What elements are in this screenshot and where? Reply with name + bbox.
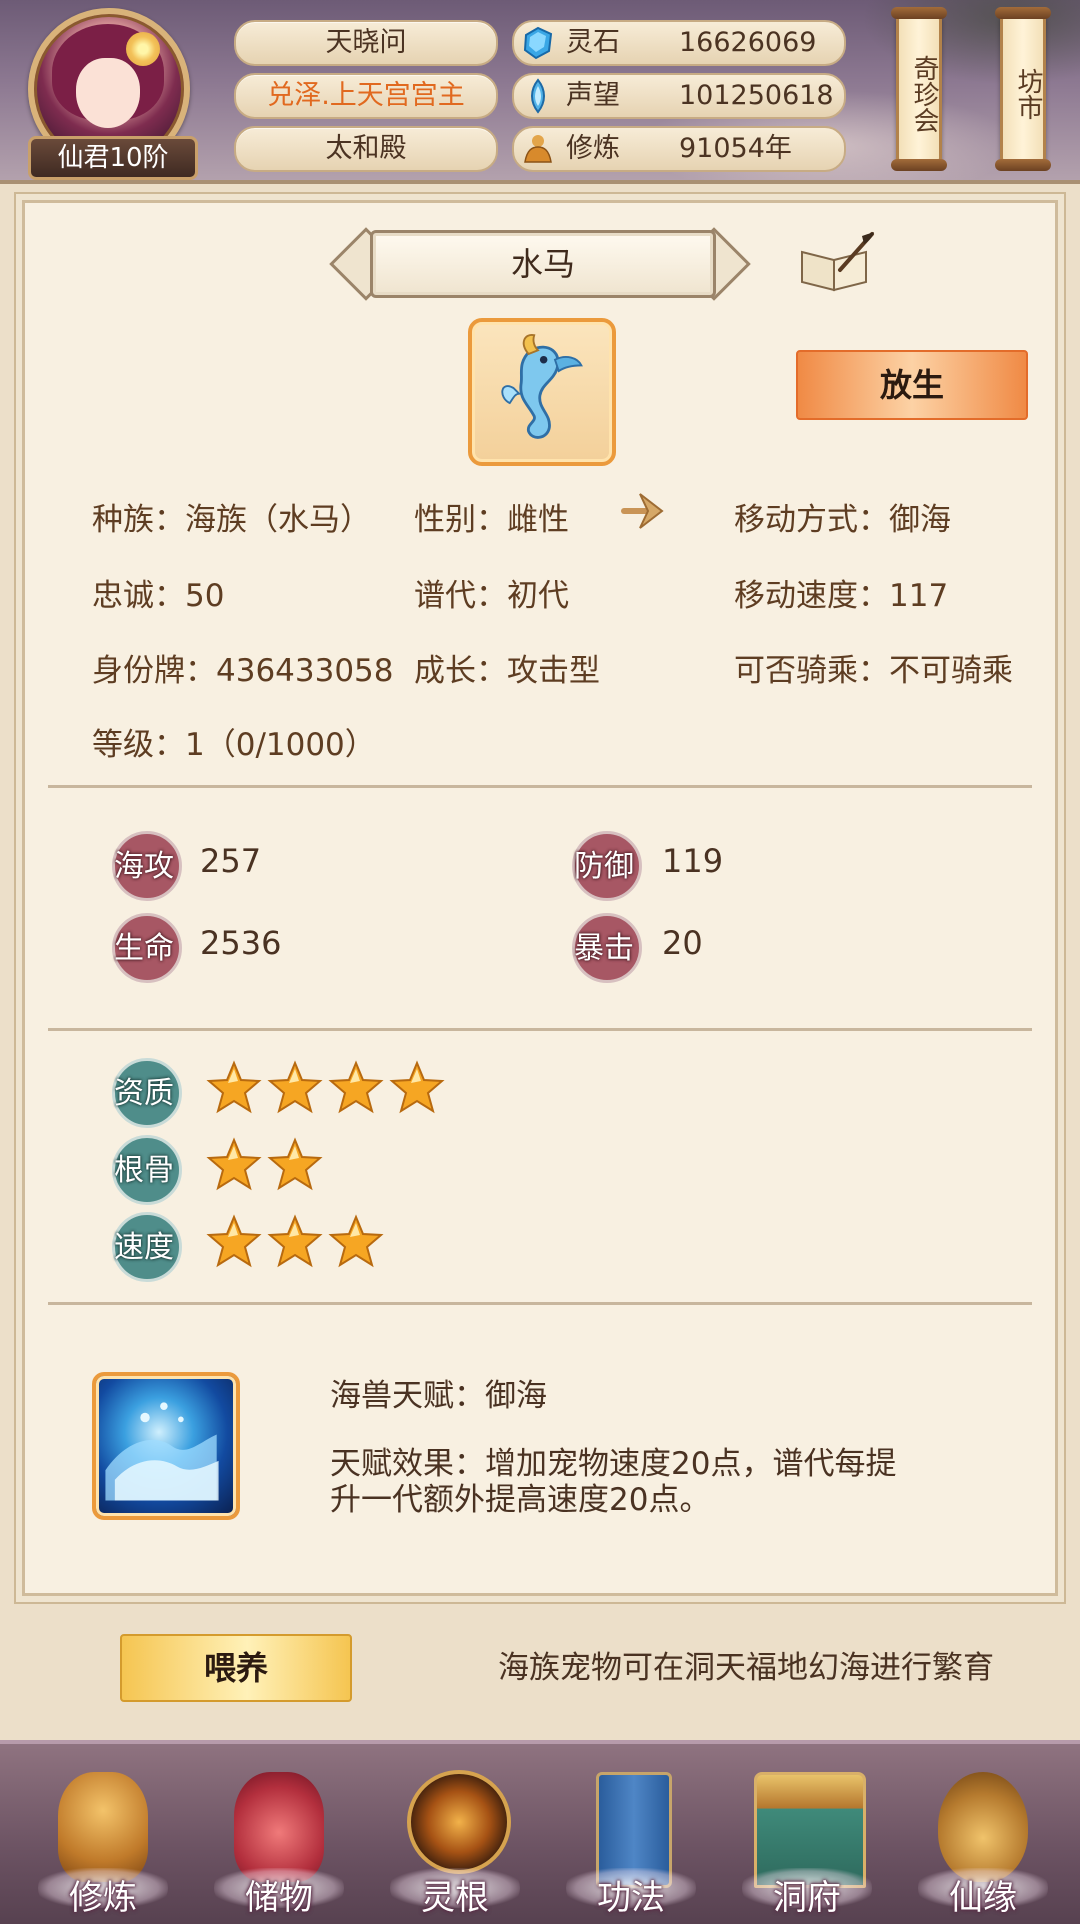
stat-value-sea-attack: 257: [200, 842, 262, 880]
section-divider: [48, 1302, 1032, 1305]
release-pet-button[interactable]: 放生: [796, 350, 1028, 420]
nav-label: 灵根: [421, 1878, 489, 1918]
cultivation-icon: [58, 1772, 148, 1882]
top-bar: 仙君10阶 天晓问 兑泽.上天宫宫主 太和殿 灵石 16626069 声望 10…: [0, 0, 1080, 180]
sea-wave-talent-icon[interactable]: [92, 1372, 240, 1520]
stat-value-hp: 2536: [200, 924, 282, 962]
quality-label: 速度: [114, 1230, 174, 1265]
nav-cultivation[interactable]: 修炼: [28, 1744, 178, 1924]
pet-codex-book-icon[interactable]: [796, 230, 876, 294]
nav-spirit-root[interactable]: 灵根: [380, 1744, 530, 1924]
wave-icon: [105, 1402, 219, 1501]
breeding-hint: 海族宠物可在洞天福地幻海进行繁育: [498, 1650, 994, 1686]
player-name: 天晓问: [234, 20, 498, 66]
nav-storage[interactable]: 储物: [204, 1744, 354, 1924]
quality-badge-bone: 根骨: [112, 1135, 182, 1205]
attr-move-speed: 移动速度：117: [734, 578, 949, 614]
nav-label: 功法: [597, 1878, 665, 1918]
stat-value-crit: 20: [662, 924, 703, 962]
stat-badge-hp: 生命: [112, 913, 182, 983]
player-location: 太和殿: [234, 126, 498, 172]
stat-value-defense: 119: [662, 842, 724, 880]
pet-name: 水马: [370, 230, 716, 298]
section-divider: [48, 785, 1032, 788]
spirit-stone-icon: [523, 26, 553, 60]
feed-pet-button[interactable]: 喂养: [120, 1634, 352, 1702]
bottom-nav: 修炼 储物 灵根 功法 洞府 仙缘: [0, 1740, 1080, 1924]
quality-badge-speed: 速度: [112, 1212, 182, 1282]
market-button[interactable]: 坊市: [995, 7, 1051, 171]
star-icon: [206, 1060, 262, 1114]
nav-immortal-fate[interactable]: 仙缘: [908, 1744, 1058, 1924]
quality-label: 资质: [114, 1076, 174, 1111]
nav-label: 储物: [245, 1878, 313, 1918]
star-icon: [267, 1137, 323, 1191]
resource-value: 16626069: [679, 27, 817, 58]
resource-value: 91054年: [679, 133, 792, 164]
stat-label: 防御: [574, 849, 634, 884]
talent-name: 海兽天赋：御海: [330, 1378, 547, 1414]
arrow-right-icon[interactable]: [618, 488, 668, 534]
quality-badge-aptitude: 资质: [112, 1058, 182, 1128]
stat-label: 暴击: [574, 931, 634, 966]
resource-label: 灵石: [566, 27, 620, 58]
resource-prestige: 声望 101250618: [512, 73, 846, 119]
stat-label: 海攻: [114, 849, 174, 884]
star-icon: [267, 1214, 323, 1268]
stat-badge-sea-attack: 海攻: [112, 831, 182, 901]
resource-label: 声望: [566, 80, 620, 111]
treasure-auction-button[interactable]: 奇珍会: [891, 7, 947, 171]
stat-badge-crit: 暴击: [572, 913, 642, 983]
resource-cultivation: 修炼 91054年: [512, 126, 846, 172]
attr-generation: 谱代：初代: [414, 578, 569, 614]
attr-move-mode: 移动方式：御海: [734, 502, 951, 538]
star-icon: [206, 1137, 262, 1191]
section-divider: [48, 1028, 1032, 1031]
player-title: 兑泽.上天宫宫主: [234, 73, 498, 119]
attr-gender: 性别：雌性: [414, 502, 569, 538]
pet-portrait: [468, 318, 616, 466]
attr-id-tag: 身份牌：436433058: [92, 653, 394, 689]
prestige-crystal-icon: [531, 78, 545, 114]
storage-bag-icon: [234, 1772, 324, 1882]
resource-spirit-stone: 灵石 16626069: [512, 20, 846, 66]
resource-label: 修炼: [566, 133, 620, 164]
nav-cave-mansion[interactable]: 洞府: [732, 1744, 882, 1924]
star-icon: [267, 1060, 323, 1114]
rank-badge: 仙君10阶: [28, 136, 198, 180]
star-icon: [206, 1214, 262, 1268]
immortal-fate-icon: [938, 1772, 1028, 1882]
attr-level: 等级：1（0/1000）: [92, 727, 376, 763]
avatar-face: [76, 58, 140, 128]
pet-name-plate: 水马: [329, 227, 751, 301]
attr-growth: 成长：攻击型: [414, 653, 600, 689]
quality-label: 根骨: [114, 1153, 174, 1188]
resource-value: 101250618: [679, 80, 834, 111]
hair-flower-icon: [126, 32, 160, 66]
stat-badge-defense: 防御: [572, 831, 642, 901]
spirit-root-icon: [407, 1770, 511, 1874]
talent-effect-line2: 升一代额外提高速度20点。: [330, 1482, 711, 1518]
star-icon: [328, 1214, 384, 1268]
cultivation-monk-icon: [524, 135, 552, 163]
star-icon: [389, 1060, 445, 1114]
attr-rideable: 可否骑乘：不可骑乘: [734, 653, 1013, 689]
attr-race: 种族：海族（水马）: [92, 502, 371, 538]
nav-label: 修炼: [69, 1878, 137, 1918]
star-icon: [328, 1060, 384, 1114]
stat-label: 生命: [114, 931, 174, 966]
player-avatar[interactable]: 仙君10阶: [22, 4, 198, 180]
attr-loyalty: 忠诚：50: [92, 578, 225, 614]
seahorse-icon: [501, 334, 583, 439]
nav-label: 仙缘: [949, 1878, 1017, 1918]
nav-label: 洞府: [773, 1878, 841, 1918]
nav-technique[interactable]: 功法: [556, 1744, 706, 1924]
